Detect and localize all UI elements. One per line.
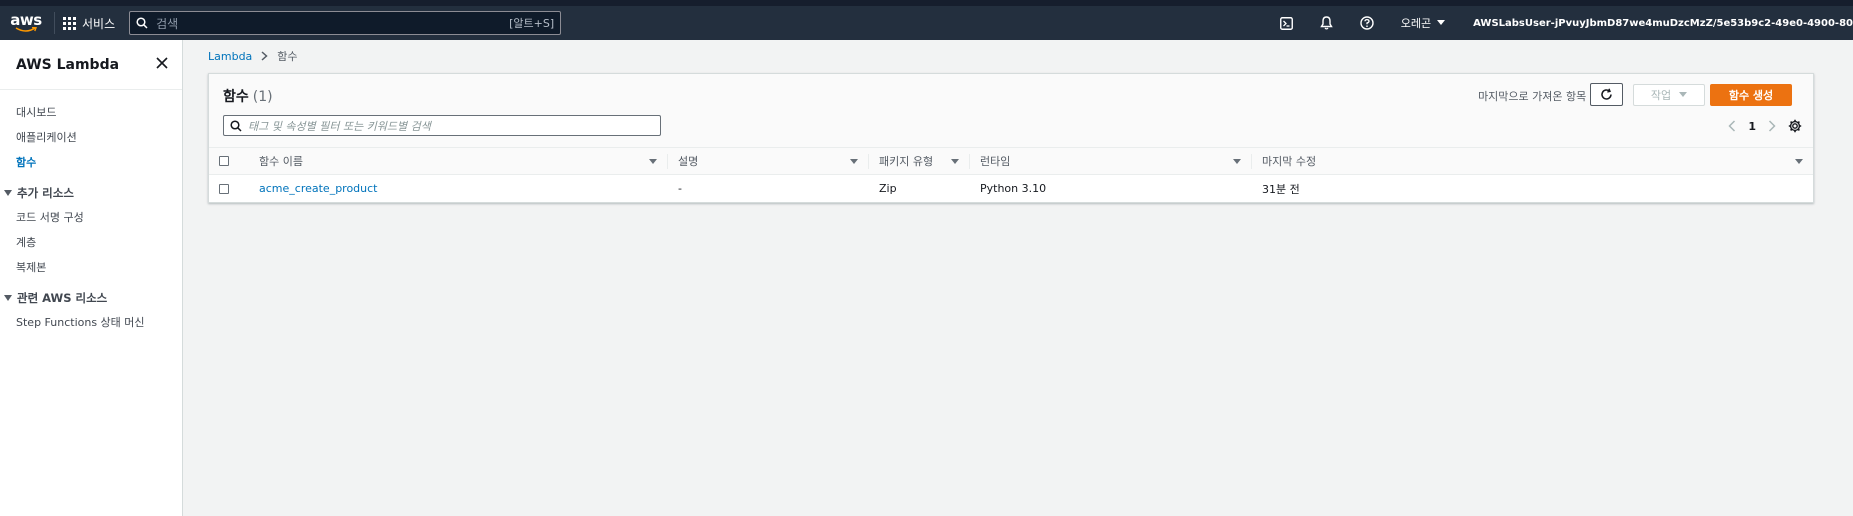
sidebar-item-layers[interactable]: 계층 <box>0 230 182 255</box>
panel-title-text: 함수 <box>223 89 249 105</box>
main-content: Lambda 함수 함수 (1) 마지막으로 가져온 항목 지금 작업 함수 생성… <box>184 40 1853 516</box>
sidebar-section-additional-resources[interactable]: 추가 리소스 <box>0 175 182 205</box>
last-modified-cell: 31분 전 <box>1262 182 1300 196</box>
global-search-input[interactable]: 검색 [알트+S] <box>129 11 562 35</box>
functions-table: 함수 이름 설명 패키지 유형 런타임 마지막 수정 acme_create_p… <box>209 147 1813 203</box>
account-menu[interactable]: AWSLabsUser-jPvuyJbmD87we4muDzcMzZ/5e53b… <box>1459 18 1853 29</box>
panel-header: 함수 (1) 마지막으로 가져온 항목 지금 작업 함수 생성 태그 및 속성별 … <box>209 74 1813 147</box>
nav-right-group: 오레곤 AWSLabsUser-jPvuyJbmD87we4muDzcMzZ/5… <box>1267 6 1853 40</box>
search-placeholder: 검색 <box>156 16 179 31</box>
chevron-right-icon <box>261 51 268 61</box>
nav-divider <box>54 12 55 34</box>
sidebar-item-dashboard[interactable]: 대시보드 <box>0 100 182 125</box>
sort-caret-icon <box>1795 158 1803 164</box>
column-label: 함수 이름 <box>259 155 303 168</box>
sort-caret-icon <box>951 158 959 164</box>
column-label: 패키지 유형 <box>879 155 934 168</box>
sidebar-item-step-functions[interactable]: Step Functions 상태 머신 <box>0 310 182 335</box>
runtime-cell: Python 3.10 <box>980 182 1047 196</box>
refresh-button[interactable] <box>1590 83 1623 106</box>
sidebar-header: AWS Lambda <box>0 40 182 90</box>
sidebar-item-replicas[interactable]: 복제본 <box>0 255 182 280</box>
services-label: 서비스 <box>82 16 116 31</box>
side-navigation: AWS Lambda 대시보드 애플리케이션 함수 추가 리소스 코드 서명 구… <box>0 40 183 516</box>
sidebar-section-related-resources[interactable]: 관련 AWS 리소스 <box>0 280 182 310</box>
sidebar-item-code-signing[interactable]: 코드 서명 구성 <box>0 205 182 230</box>
refresh-icon <box>1601 88 1612 100</box>
sidebar-item-functions[interactable]: 함수 <box>0 150 182 175</box>
cloudshell-button[interactable] <box>1267 16 1307 30</box>
table-header-row: 함수 이름 설명 패키지 유형 런타임 마지막 수정 <box>209 147 1813 175</box>
function-name-link[interactable]: acme_create_product <box>259 182 378 195</box>
terminal-icon <box>1280 16 1294 30</box>
sidebar-section-label: 관련 AWS 리소스 <box>17 291 108 305</box>
search-icon <box>230 119 242 132</box>
column-label: 런타임 <box>980 155 1011 168</box>
aws-logo[interactable]: aws <box>6 8 46 38</box>
sort-caret-icon <box>1233 158 1241 164</box>
filter-input[interactable]: 태그 및 속성별 필터 또는 키워드별 검색 <box>223 115 661 136</box>
create-function-button[interactable]: 함수 생성 <box>1710 84 1792 106</box>
chevron-right-icon[interactable] <box>1768 120 1776 132</box>
search-icon <box>136 17 148 29</box>
description-cell: - <box>678 182 682 196</box>
column-header-runtime[interactable]: 런타임 <box>970 147 1252 175</box>
search-shortcut-hint: [알트+S] <box>509 17 555 30</box>
caret-down-icon <box>4 190 12 196</box>
caret-down-icon <box>4 295 12 301</box>
panel-title: 함수 (1) <box>223 86 273 106</box>
sort-caret-icon <box>850 158 858 164</box>
function-count: (1) <box>252 89 273 105</box>
caret-down-icon <box>1679 92 1688 97</box>
help-icon <box>1360 16 1374 30</box>
row-select-cell <box>209 175 249 203</box>
chevron-left-icon[interactable] <box>1728 120 1736 132</box>
package-type-cell: Zip <box>879 182 897 196</box>
sidebar-section-label: 추가 리소스 <box>17 186 74 200</box>
row-checkbox[interactable] <box>219 184 229 195</box>
caret-down-icon <box>1437 20 1446 25</box>
sidebar-list: 대시보드 애플리케이션 함수 추가 리소스 코드 서명 구성 계층 복제본 관련… <box>0 90 182 335</box>
region-label: 오레곤 <box>1400 17 1432 30</box>
column-label: 설명 <box>678 155 699 168</box>
sidebar-item-applications[interactable]: 애플리케이션 <box>0 125 182 150</box>
top-navigation-bar: aws 서비스 검색 [알트+S] 오레곤 AWSLabsUser-jPvuyJ… <box>0 0 1853 40</box>
breadcrumb-lambda[interactable]: Lambda <box>208 50 252 63</box>
functions-table-panel: 함수 (1) 마지막으로 가져온 항목 지금 작업 함수 생성 태그 및 속성별 … <box>208 73 1814 203</box>
pagination: 1 <box>1728 119 1802 133</box>
breadcrumb: Lambda 함수 <box>208 48 298 64</box>
column-label: 마지막 수정 <box>1262 155 1317 168</box>
column-header-last-modified[interactable]: 마지막 수정 <box>1252 147 1813 175</box>
region-selector[interactable]: 오레곤 <box>1387 15 1459 31</box>
actions-label: 작업 <box>1650 89 1672 102</box>
sidebar-title[interactable]: AWS Lambda <box>16 57 119 73</box>
column-header-package-type[interactable]: 패키지 유형 <box>869 147 970 175</box>
settings-gear-icon[interactable] <box>1788 119 1802 133</box>
select-all-cell <box>209 147 249 175</box>
grid-icon <box>63 16 76 30</box>
breadcrumb-current: 함수 <box>277 50 298 63</box>
services-menu-button[interactable]: 서비스 <box>63 15 115 32</box>
close-icon <box>156 57 168 69</box>
aws-logo-text: aws <box>10 11 42 29</box>
column-header-function-name[interactable]: 함수 이름 <box>249 147 668 175</box>
bell-icon <box>1320 16 1333 30</box>
table-row[interactable]: acme_create_product - Zip Python 3.10 31… <box>209 175 1813 203</box>
select-all-checkbox[interactable] <box>219 156 229 166</box>
actions-dropdown-button[interactable]: 작업 <box>1633 84 1705 106</box>
help-button[interactable] <box>1347 16 1387 30</box>
notifications-button[interactable] <box>1307 16 1347 30</box>
function-name-cell: acme_create_product <box>249 175 668 203</box>
column-header-description[interactable]: 설명 <box>668 147 869 175</box>
page-number[interactable]: 1 <box>1748 120 1756 133</box>
close-sidebar-button[interactable] <box>156 57 168 72</box>
aws-smile-icon <box>15 27 37 32</box>
filter-placeholder: 태그 및 속성별 필터 또는 키워드별 검색 <box>248 119 431 133</box>
sort-caret-icon <box>649 158 657 164</box>
